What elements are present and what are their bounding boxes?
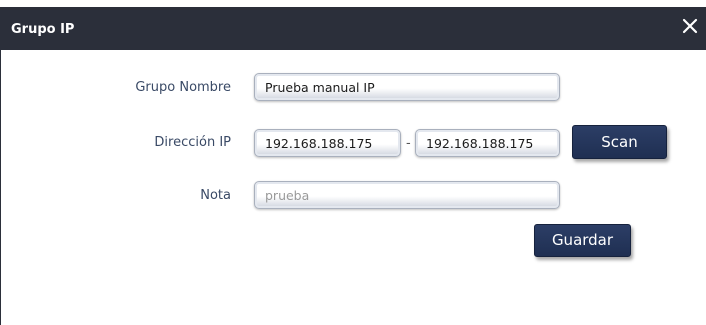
note-input[interactable] bbox=[254, 181, 560, 209]
dialog-titlebar: Grupo IP bbox=[1, 7, 706, 50]
group-name-label: Grupo Nombre bbox=[135, 80, 231, 95]
close-icon bbox=[682, 18, 698, 34]
ip-end-input[interactable] bbox=[415, 129, 560, 157]
ip-range-separator: - bbox=[406, 136, 411, 151]
group-name-input[interactable] bbox=[254, 73, 560, 101]
note-label: Nota bbox=[200, 188, 231, 203]
grupo-ip-dialog: Grupo IP Grupo Nombre Dirección IP - Sca… bbox=[0, 7, 706, 325]
scan-button[interactable]: Scan bbox=[572, 125, 667, 159]
close-button[interactable] bbox=[677, 13, 703, 39]
save-button[interactable]: Guardar bbox=[534, 224, 631, 257]
ip-address-label: Dirección IP bbox=[154, 135, 231, 150]
ip-start-input[interactable] bbox=[254, 129, 401, 157]
dialog-title: Grupo IP bbox=[11, 22, 75, 37]
